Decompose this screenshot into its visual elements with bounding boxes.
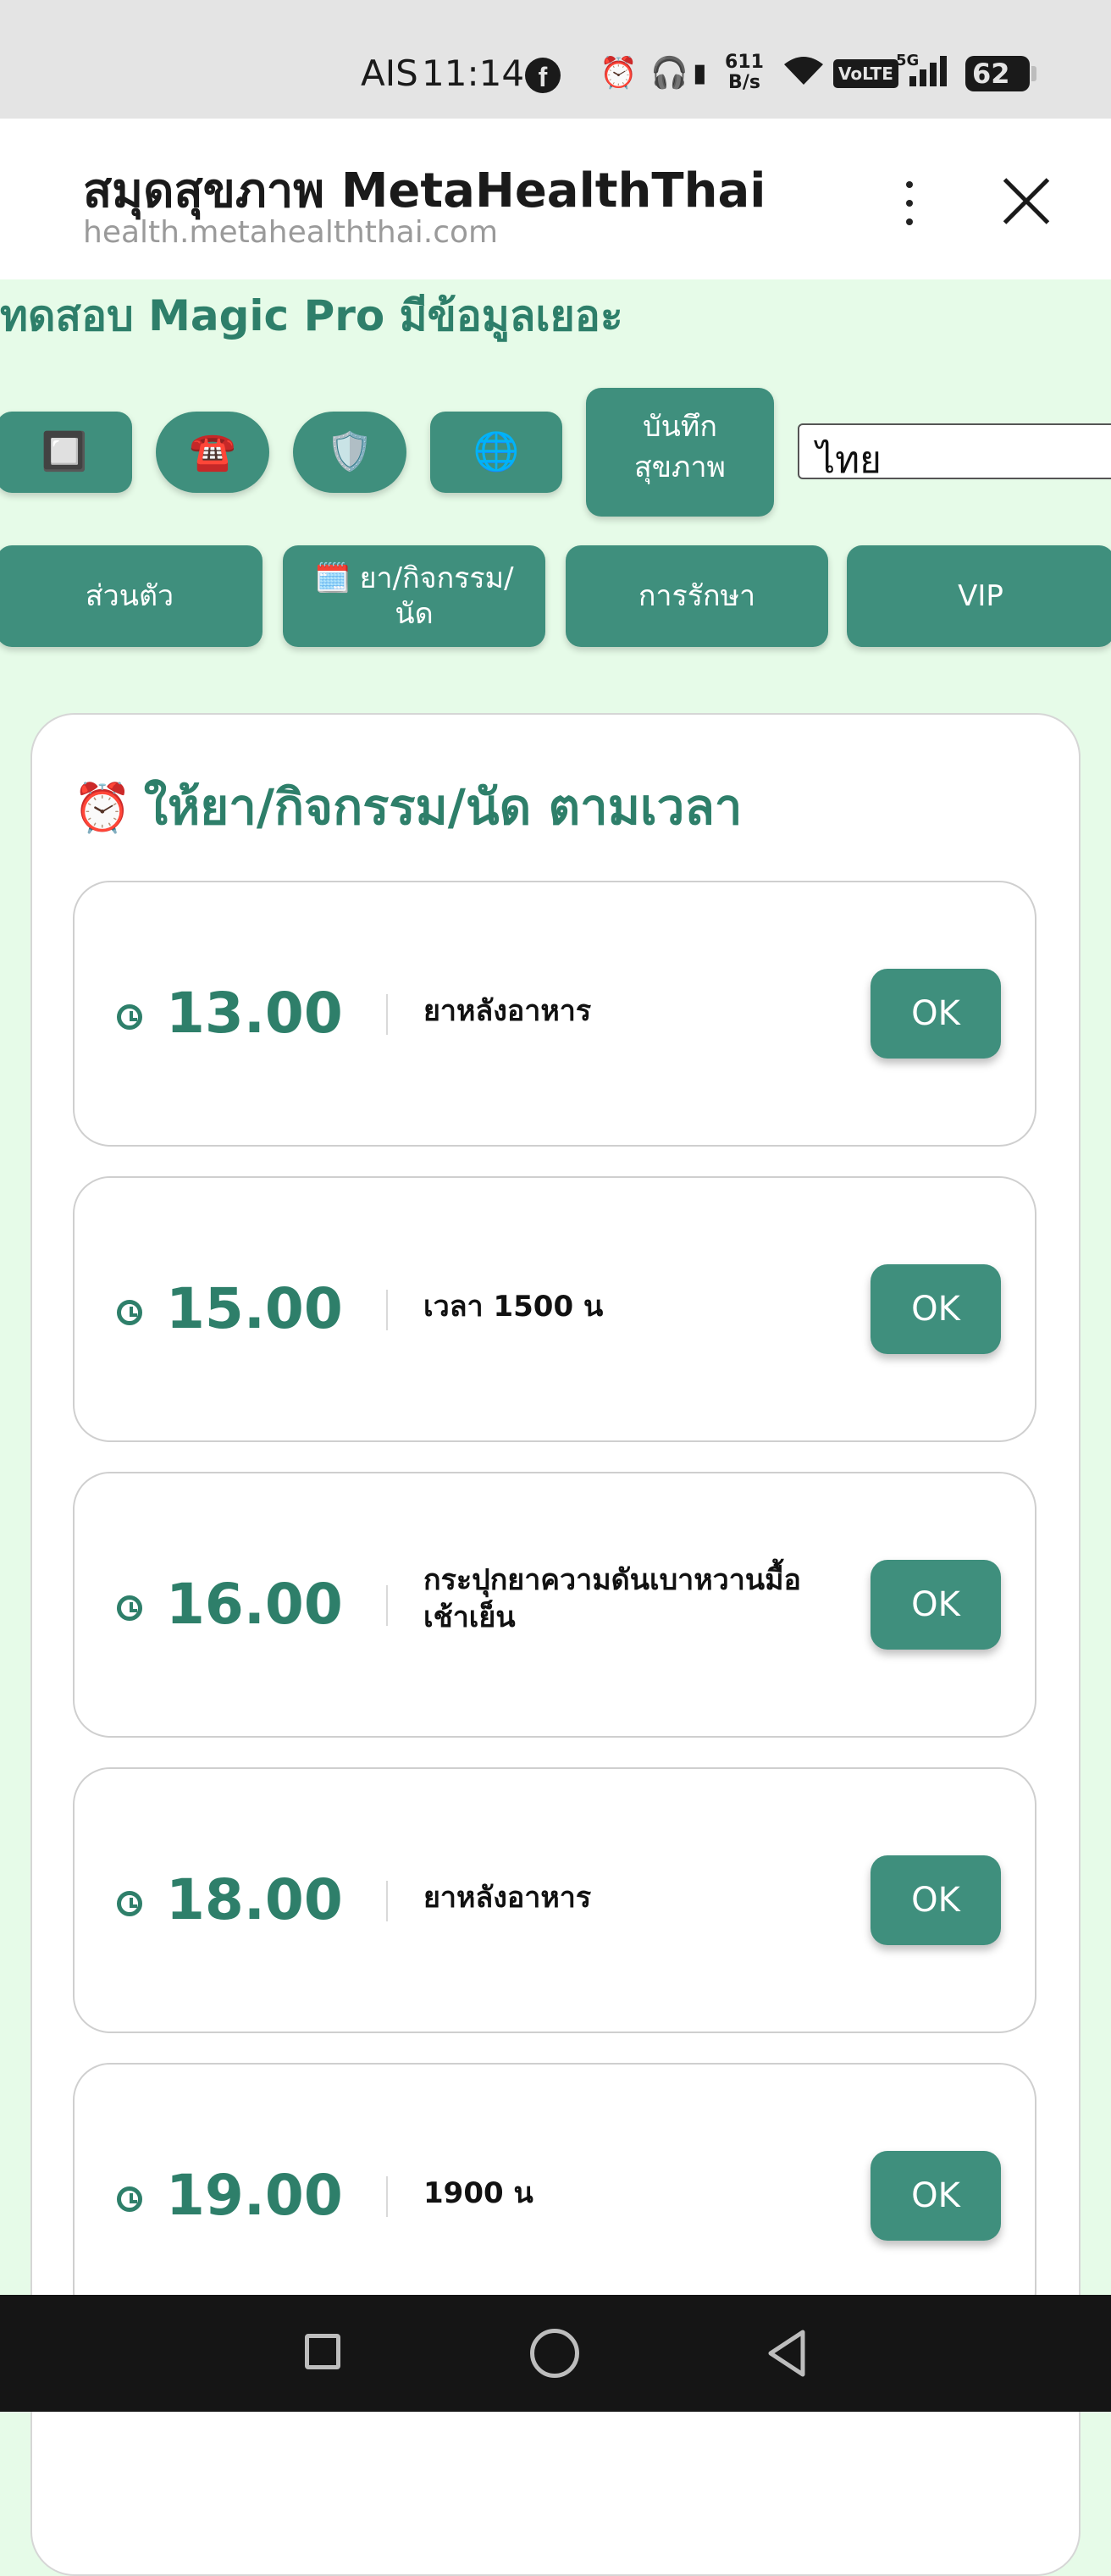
- volte-badge: VoLTE: [833, 59, 898, 88]
- schedule-description-line2: เช้าเย็น: [423, 1600, 516, 1634]
- schedule-item: 18.00 ยาหลังอาหาร OK: [73, 1767, 1036, 2033]
- schedule-time: 15.00: [166, 1276, 343, 1341]
- tab-meds-activities[interactable]: 🗓️ ยา/กิจกรรม/ นัด: [283, 545, 545, 647]
- schedule-description: 1900 น: [423, 2176, 533, 2210]
- system-navigation-bar: [0, 2295, 1111, 2412]
- telephone-icon: ☎️: [189, 430, 236, 473]
- clock-icon: [117, 1595, 142, 1621]
- status-time: 11:14: [422, 53, 525, 94]
- clock-icon: [117, 1300, 142, 1325]
- wifi-icon: [781, 54, 826, 93]
- tab-vip[interactable]: VIP: [847, 545, 1111, 647]
- ok-button[interactable]: OK: [871, 1264, 1001, 1354]
- divider: [386, 2176, 388, 2217]
- status-bar: AIS 11:14 f ⏰ 🎧 ▮ 611 B/s VoLTE 5G 62: [0, 0, 1111, 119]
- back-icon[interactable]: [766, 2329, 808, 2378]
- globe-button[interactable]: 🌐: [430, 412, 562, 493]
- square-button[interactable]: 🔲: [0, 412, 132, 493]
- more-options-icon[interactable]: [893, 169, 926, 263]
- schedule-item: 13.00 ยาหลังอาหาร OK: [73, 881, 1036, 1147]
- schedule-item: 19.00 1900 น OK: [73, 2063, 1036, 2329]
- ok-button[interactable]: OK: [871, 2151, 1001, 2241]
- schedule-time: 18.00: [166, 1867, 343, 1932]
- language-selected-value: ไทย: [816, 439, 882, 482]
- carrier-label: AIS: [361, 53, 418, 94]
- divider: [386, 1290, 388, 1330]
- schedule-description: ยาหลังอาหาร: [423, 994, 592, 1028]
- network-speed-value: 611: [725, 52, 764, 73]
- square-button-icon: 🔲: [41, 430, 88, 473]
- page-heading: ทดสอบ Magic Pro มีข้อมูลเยอะ: [0, 291, 623, 340]
- network-speed: 611 B/s: [723, 53, 766, 93]
- shield-icon: 🛡️: [326, 430, 373, 473]
- globe-icon: 🌐: [473, 430, 520, 473]
- schedule-title: ⏰ ให้ยา/กิจกรรม/นัด ตามเวลา: [73, 767, 742, 846]
- schedule-item: 15.00 เวลา 1500 น OK: [73, 1176, 1036, 1442]
- close-icon[interactable]: [999, 174, 1053, 229]
- language-select[interactable]: ไทย: [798, 423, 1111, 482]
- ok-button[interactable]: OK: [871, 1855, 1001, 1945]
- home-icon[interactable]: [530, 2329, 579, 2378]
- schedule-time: 16.00: [166, 1572, 343, 1637]
- ok-button[interactable]: OK: [871, 969, 1001, 1059]
- clock-icon: [117, 2186, 142, 2212]
- page-url: health.metahealththai.com: [83, 215, 499, 250]
- battery-indicator: 62: [965, 56, 1036, 91]
- divider: [386, 994, 388, 1035]
- alarm-clock-icon: ⏰: [600, 56, 638, 91]
- battery-small-icon: ▮: [693, 58, 707, 88]
- schedule-time: 19.00: [166, 2163, 343, 2228]
- browser-header: สมุดสุขภาพ MetaHealthThai health.metahea…: [0, 119, 1111, 279]
- tab-meds-label-line1: ยา/กิจกรรม/: [359, 561, 514, 595]
- clock-icon: [117, 1891, 142, 1916]
- signal-icon: [904, 54, 952, 93]
- schedule-description-line1: กระปุกยาความดันเบาหวานมื้อ: [423, 1563, 801, 1597]
- telephone-button[interactable]: ☎️: [156, 412, 269, 493]
- network-speed-unit: B/s: [728, 72, 760, 93]
- facebook-icon: f: [525, 58, 561, 93]
- tab-treatment[interactable]: การรักษา: [566, 545, 828, 647]
- calendar-icon: 🗓️: [314, 561, 351, 595]
- ok-button[interactable]: OK: [871, 1560, 1001, 1650]
- recent-apps-icon[interactable]: [305, 2334, 340, 2369]
- alarm-clock-icon: ⏰: [73, 781, 132, 836]
- tab-personal[interactable]: ส่วนตัว: [0, 545, 263, 647]
- record-health-label-line2: สุขภาพ: [634, 451, 726, 484]
- schedule-description: เวลา 1500 น: [423, 1290, 604, 1324]
- divider: [386, 1585, 388, 1626]
- shield-button[interactable]: 🛡️: [293, 412, 406, 493]
- record-health-label-line1: บันทึก: [643, 410, 717, 444]
- schedule-description: กระปุกยาความดันเบาหวานมื้อ เช้าเย็น: [423, 1562, 864, 1636]
- record-health-button[interactable]: บันทึก สุขภาพ: [586, 388, 774, 517]
- schedule-item: 16.00 กระปุกยาความดันเบาหวานมื้อ เช้าเย็…: [73, 1472, 1036, 1738]
- schedule-time: 13.00: [166, 981, 343, 1046]
- schedule-description: ยาหลังอาหาร: [423, 1881, 592, 1915]
- clock-icon: [117, 1004, 142, 1030]
- schedule-title-text: ให้ยา/กิจกรรม/นัด ตามเวลา: [143, 778, 743, 836]
- divider: [386, 1881, 388, 1921]
- headphones-icon: 🎧: [650, 56, 688, 91]
- tab-meds-label-line2: นัด: [395, 597, 434, 631]
